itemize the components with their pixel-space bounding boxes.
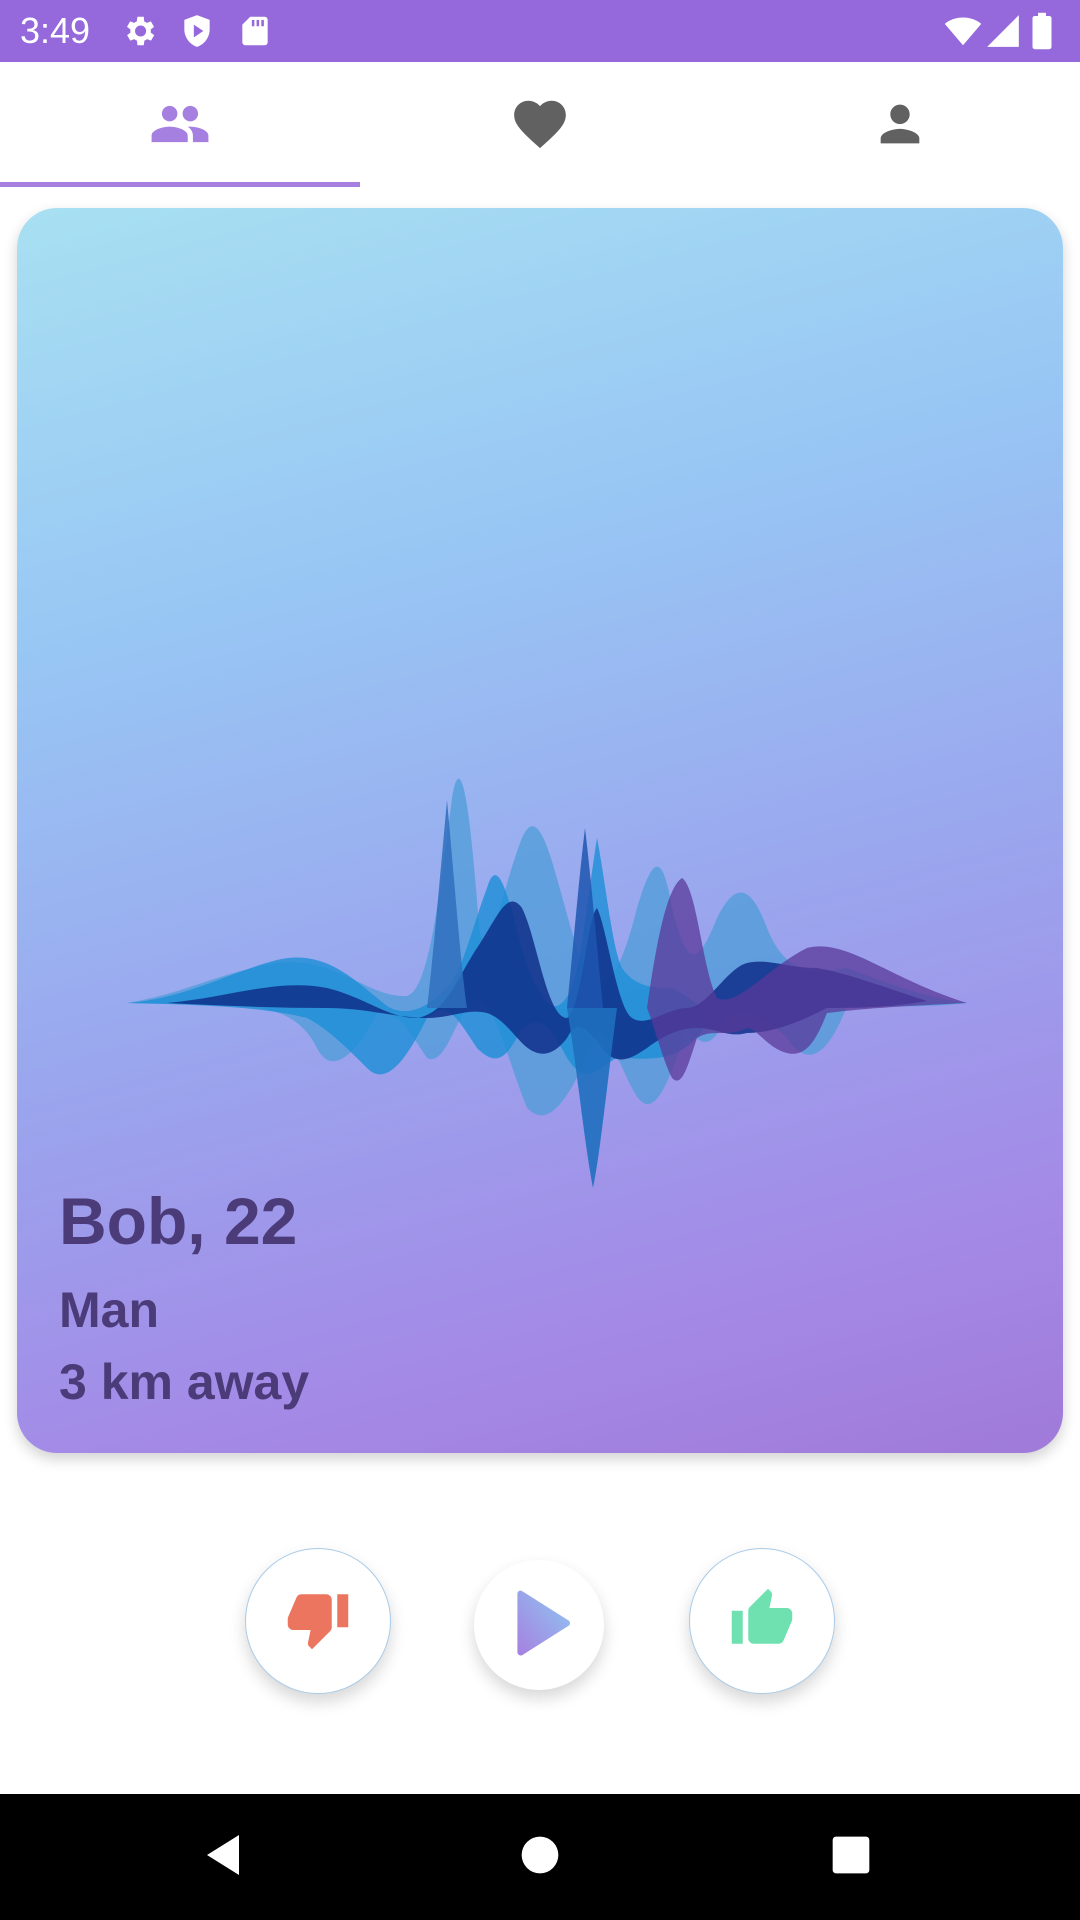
play-icon bbox=[502, 1586, 576, 1665]
tab-profile[interactable] bbox=[720, 62, 1080, 190]
tab-bar bbox=[0, 62, 1080, 190]
cell-signal-icon bbox=[984, 12, 1022, 50]
heart-icon bbox=[509, 93, 571, 160]
back-button[interactable] bbox=[180, 1794, 270, 1920]
recents-button[interactable] bbox=[806, 1794, 896, 1920]
play-button[interactable] bbox=[474, 1560, 604, 1690]
thumbs-up-icon bbox=[729, 1586, 795, 1657]
status-bar: 3:49 bbox=[0, 0, 1080, 62]
system-nav-bar bbox=[0, 1794, 1080, 1920]
person-icon bbox=[871, 95, 929, 158]
status-time: 3:49 bbox=[20, 10, 91, 51]
settings-icon bbox=[120, 12, 158, 50]
wifi-icon bbox=[944, 12, 982, 50]
profile-card[interactable]: Bob, 22 Man 3 km away bbox=[17, 208, 1063, 1453]
profile-name-age: Bob, 22 bbox=[59, 1184, 298, 1258]
battery-icon bbox=[1030, 12, 1054, 50]
tab-likes[interactable] bbox=[360, 62, 720, 190]
shield-play-icon bbox=[178, 12, 216, 50]
profile-distance: 3 km away bbox=[59, 1354, 310, 1410]
tab-indicator bbox=[0, 182, 360, 187]
home-icon bbox=[520, 1835, 560, 1880]
people-icon bbox=[149, 93, 211, 160]
tab-people[interactable] bbox=[0, 62, 360, 190]
back-icon bbox=[201, 1831, 249, 1884]
sd-card-icon bbox=[236, 12, 274, 50]
home-button[interactable] bbox=[495, 1794, 585, 1920]
thumbs-down-icon bbox=[285, 1586, 351, 1657]
dislike-button[interactable] bbox=[245, 1548, 391, 1694]
recents-icon bbox=[831, 1835, 871, 1880]
like-button[interactable] bbox=[689, 1548, 835, 1694]
profile-gender: Man bbox=[59, 1282, 159, 1338]
